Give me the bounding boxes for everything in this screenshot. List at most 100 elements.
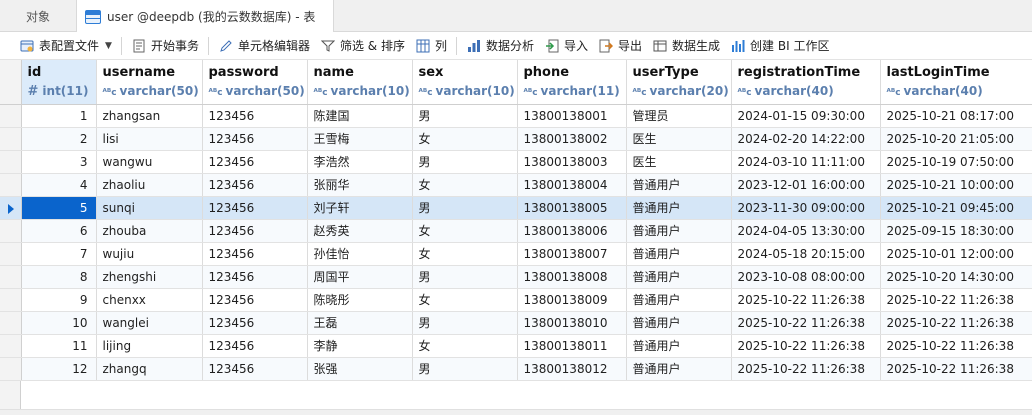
table-cell-password[interactable]: 123456	[202, 357, 308, 381]
column-header-phone[interactable]: phone ᴬᴮc varchar(11)	[517, 60, 627, 105]
table-cell-phone[interactable]: 13800138011	[517, 334, 627, 358]
table-cell-phone[interactable]: 13800138010	[517, 311, 627, 335]
table-cell-usertype[interactable]: 普通用户	[626, 265, 732, 289]
table-cell-id[interactable]: 12	[21, 357, 97, 381]
table-cell-username[interactable]: zhaoliu	[96, 173, 203, 197]
horizontal-scrollbar[interactable]	[0, 409, 1032, 415]
table-cell-registrationtime[interactable]: 2023-11-30 09:00:00	[731, 196, 881, 220]
table-cell-usertype[interactable]: 普通用户	[626, 334, 732, 358]
table-cell-registrationtime[interactable]: 2024-04-05 13:30:00	[731, 219, 881, 243]
column-header-password[interactable]: password ᴬᴮc varchar(50)	[202, 60, 308, 105]
table-cell-id[interactable]: 5	[21, 196, 97, 220]
table-cell-registrationtime[interactable]: 2023-12-01 16:00:00	[731, 173, 881, 197]
table-cell-username[interactable]: wanglei	[96, 311, 203, 335]
table-cell-id[interactable]: 4	[21, 173, 97, 197]
row-header[interactable]	[0, 150, 22, 174]
create-bi-workspace-button[interactable]: 创建 BI 工作区	[725, 35, 834, 57]
table-cell-phone[interactable]: 13800138001	[517, 104, 627, 128]
table-cell-lastlogintime[interactable]: 2025-10-22 11:26:38	[880, 334, 1032, 358]
table-cell-username[interactable]: wujiu	[96, 242, 203, 266]
table-cell-name[interactable]: 陈晓彤	[307, 288, 413, 312]
table-cell-lastlogintime[interactable]: 2025-10-21 09:45:00	[880, 196, 1032, 220]
table-cell-phone[interactable]: 13800138008	[517, 265, 627, 289]
table-cell-usertype[interactable]: 医生	[626, 150, 732, 174]
tab-user-table[interactable]: user @deepdb (我的云数数据库) - 表	[76, 0, 334, 33]
table-cell-registrationtime[interactable]: 2025-10-22 11:26:38	[731, 334, 881, 358]
cell-editor-button[interactable]: 单元格编辑器	[213, 35, 315, 57]
table-cell-name[interactable]: 孙佳怡	[307, 242, 413, 266]
begin-transaction-button[interactable]: 开始事务	[126, 35, 204, 57]
table-cell-sex[interactable]: 男	[412, 196, 518, 220]
column-header-usertype[interactable]: userType ᴬᴮc varchar(20)	[626, 60, 732, 105]
table-cell-usertype[interactable]: 普通用户	[626, 357, 732, 381]
table-cell-sex[interactable]: 女	[412, 334, 518, 358]
table-row[interactable]: 8 zhengshi 123456 周国平男 13800138008 普通用户 2023-1…	[0, 265, 1032, 289]
table-cell-password[interactable]: 123456	[202, 196, 308, 220]
table-cell-username[interactable]: zhouba	[96, 219, 203, 243]
table-cell-sex[interactable]: 女	[412, 242, 518, 266]
table-cell-name[interactable]: 王雪梅	[307, 127, 413, 151]
table-cell-username[interactable]: wangwu	[96, 150, 203, 174]
column-header-lastlogintime[interactable]: lastLoginTime ᴬᴮc varchar(40)	[880, 60, 1032, 105]
table-cell-name[interactable]: 刘子轩	[307, 196, 413, 220]
table-cell-registrationtime[interactable]: 2025-10-22 11:26:38	[731, 357, 881, 381]
table-row[interactable]: 10 wanglei 123456 王磊男 13800138010 普通用户 2025-10…	[0, 311, 1032, 335]
table-cell-registrationtime[interactable]: 2024-01-15 09:30:00	[731, 104, 881, 128]
table-cell-password[interactable]: 123456	[202, 127, 308, 151]
table-cell-lastlogintime[interactable]: 2025-10-21 08:17:00	[880, 104, 1032, 128]
table-cell-id[interactable]: 1	[21, 104, 97, 128]
import-button[interactable]: 导入	[539, 35, 593, 57]
row-header[interactable]	[0, 196, 22, 220]
table-cell-id[interactable]: 10	[21, 311, 97, 335]
table-cell-username[interactable]: lijing	[96, 334, 203, 358]
column-header-registrationtime[interactable]: registrationTime ᴬᴮc varchar(40)	[731, 60, 881, 105]
row-header[interactable]	[0, 219, 22, 243]
table-cell-sex[interactable]: 男	[412, 104, 518, 128]
table-cell-password[interactable]: 123456	[202, 150, 308, 174]
table-cell-phone[interactable]: 13800138012	[517, 357, 627, 381]
table-cell-name[interactable]: 李静	[307, 334, 413, 358]
table-cell-lastlogintime[interactable]: 2025-10-19 07:50:00	[880, 150, 1032, 174]
row-header[interactable]	[0, 334, 22, 358]
column-header-username[interactable]: username ᴬᴮc varchar(50)	[96, 60, 203, 105]
table-cell-lastlogintime[interactable]: 2025-10-21 10:00:00	[880, 173, 1032, 197]
table-cell-password[interactable]: 123456	[202, 288, 308, 312]
table-cell-usertype[interactable]: 普通用户	[626, 219, 732, 243]
table-cell-id[interactable]: 8	[21, 265, 97, 289]
table-cell-username[interactable]: zhangq	[96, 357, 203, 381]
table-cell-phone[interactable]: 13800138002	[517, 127, 627, 151]
row-header[interactable]	[0, 357, 22, 381]
table-cell-password[interactable]: 123456	[202, 334, 308, 358]
table-cell-id[interactable]: 6	[21, 219, 97, 243]
table-cell-username[interactable]: zhengshi	[96, 265, 203, 289]
columns-button[interactable]: 列	[410, 35, 452, 57]
table-cell-usertype[interactable]: 医生	[626, 127, 732, 151]
table-cell-username[interactable]: zhangsan	[96, 104, 203, 128]
row-header[interactable]	[0, 127, 22, 151]
table-cell-username[interactable]: lisi	[96, 127, 203, 151]
table-cell-usertype[interactable]: 普通用户	[626, 196, 732, 220]
table-cell-sex[interactable]: 男	[412, 357, 518, 381]
row-header[interactable]	[0, 104, 22, 128]
table-cell-sex[interactable]: 女	[412, 127, 518, 151]
table-cell-phone[interactable]: 13800138005	[517, 196, 627, 220]
column-header-name[interactable]: name ᴬᴮc varchar(10)	[307, 60, 413, 105]
table-cell-id[interactable]: 11	[21, 334, 97, 358]
table-cell-sex[interactable]: 女	[412, 288, 518, 312]
table-cell-name[interactable]: 周国平	[307, 265, 413, 289]
row-header[interactable]	[0, 173, 22, 197]
data-analysis-button[interactable]: 数据分析	[461, 35, 539, 57]
table-cell-id[interactable]: 7	[21, 242, 97, 266]
data-generation-button[interactable]: 数据生成	[647, 35, 725, 57]
table-cell-username[interactable]: sunqi	[96, 196, 203, 220]
table-cell-name[interactable]: 李浩然	[307, 150, 413, 174]
row-header[interactable]	[0, 265, 22, 289]
chevron-down-icon[interactable]: ▼	[105, 41, 112, 51]
row-header[interactable]	[0, 242, 22, 266]
table-row[interactable]: 2 lisi 123456 王雪梅女 13800138002 医生 2024-02-20 1…	[0, 127, 1032, 151]
table-cell-name[interactable]: 赵秀英	[307, 219, 413, 243]
tab-objects[interactable]: 对象	[0, 0, 76, 32]
table-cell-sex[interactable]: 男	[412, 311, 518, 335]
table-row[interactable]: 4 zhaoliu 123456 张丽华女 13800138004 普通用户 2023-12…	[0, 173, 1032, 197]
row-header[interactable]	[0, 311, 22, 335]
